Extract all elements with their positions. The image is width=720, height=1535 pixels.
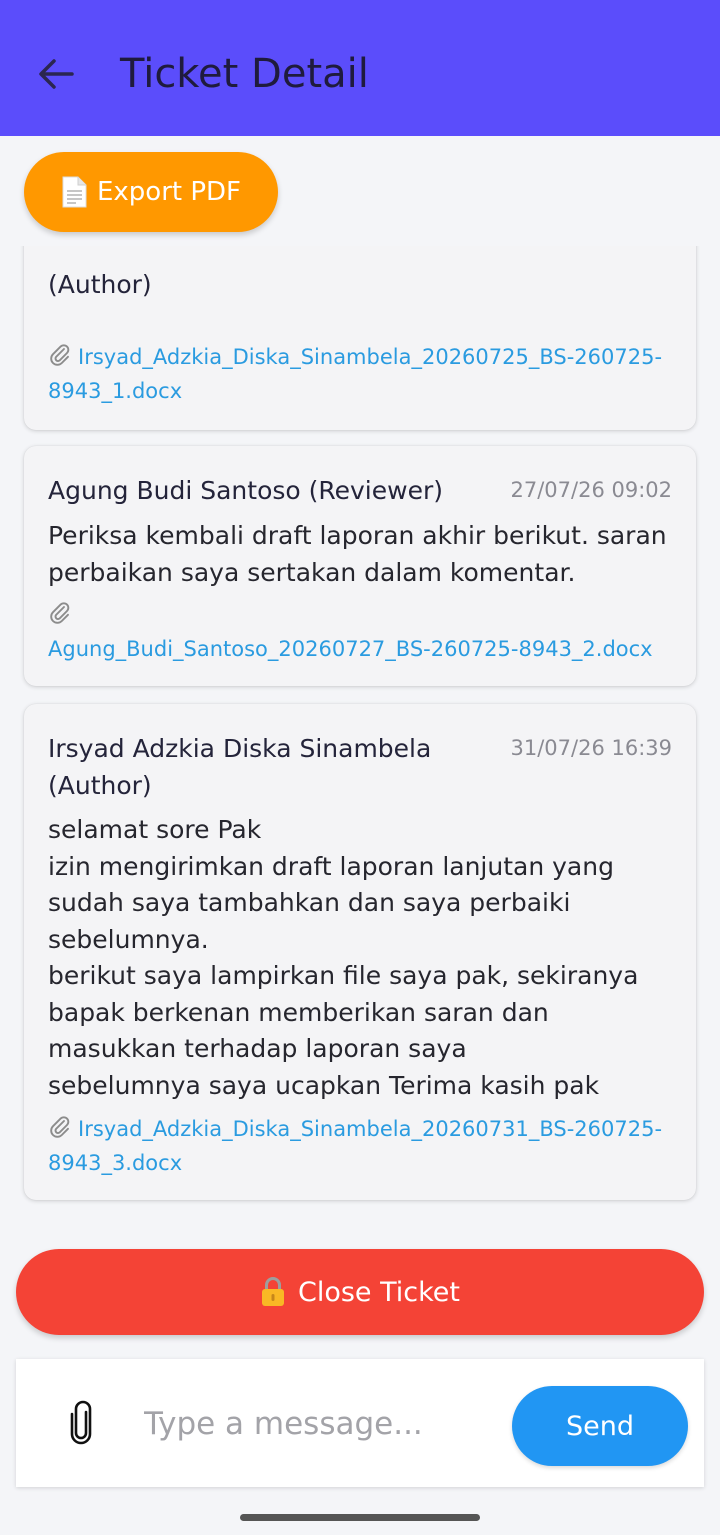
arrow-left-icon bbox=[39, 59, 74, 89]
message-line: perbaikan saya sertakan dalam komentar. bbox=[48, 557, 576, 587]
send-button[interactable]: Send bbox=[512, 1386, 688, 1466]
message-list[interactable]: (Author) Irsyad_Adzkia_Diska_Sinambela_2… bbox=[0, 246, 720, 1246]
message-card: Agung Budi Santoso (Reviewer) 27/07/26 0… bbox=[24, 446, 696, 686]
document-icon bbox=[61, 176, 87, 208]
message-time: 27/07/26 09:02 bbox=[510, 478, 672, 502]
export-pdf-label: Export PDF bbox=[96, 177, 242, 207]
close-ticket-label: Close Ticket bbox=[297, 1276, 460, 1308]
app-bar: Ticket Detail bbox=[0, 0, 720, 136]
home-indicator[interactable] bbox=[240, 1514, 480, 1521]
attachment-link[interactable]: Irsyad_Adzkia_Diska_Sinambela_20260725_B… bbox=[48, 342, 672, 407]
attachment-filename: Agung_Budi_Santoso_20260727_BS-260725-89… bbox=[48, 637, 653, 661]
paperclip-icon bbox=[48, 601, 72, 634]
message-author: (Author) bbox=[48, 270, 152, 299]
message-line: sudah saya tambahkan dan saya perbaiki bbox=[48, 888, 571, 917]
message-time: 31/07/26 16:39 bbox=[510, 736, 672, 760]
message-input[interactable] bbox=[144, 1399, 494, 1449]
message-author: Irsyad Adzkia Diska Sinambela (Author) bbox=[48, 734, 432, 800]
message-card: (Author) Irsyad_Adzkia_Diska_Sinambela_2… bbox=[24, 246, 696, 430]
attachment-link[interactable]: Irsyad_Adzkia_Diska_Sinambela_20260731_B… bbox=[48, 1114, 672, 1179]
close-ticket-button[interactable]: Close Ticket bbox=[16, 1249, 704, 1335]
message-line: masukkan terhadap laporan saya bbox=[48, 1034, 467, 1063]
back-button[interactable] bbox=[32, 50, 80, 98]
message-line: Periksa kembali draft laporan akhir beri… bbox=[48, 521, 667, 550]
message-line: izin mengirimkan draft laporan lanjutan … bbox=[48, 851, 614, 881]
page-title: Ticket Detail bbox=[120, 51, 369, 97]
message-line: bapak berkenan memberikan saran dan bbox=[48, 997, 549, 1027]
message-author: Agung Budi Santoso (Reviewer) bbox=[48, 476, 443, 505]
message-composer: Send bbox=[16, 1359, 704, 1487]
message-line: sebelumnya saya ucapkan Terima kasih pak bbox=[48, 1070, 600, 1100]
attachment-link[interactable]: Agung_Budi_Santoso_20260727_BS-260725-89… bbox=[48, 600, 672, 665]
lock-icon bbox=[260, 1276, 286, 1308]
attach-file-button[interactable] bbox=[64, 1399, 98, 1447]
message-line: sebelumnya. bbox=[48, 924, 209, 954]
paperclip-icon bbox=[48, 343, 72, 376]
attachment-filename: Irsyad_Adzkia_Diska_Sinambela_20260731_B… bbox=[48, 1117, 663, 1175]
message-body: selamat sore Pak izin mengirimkan draft … bbox=[48, 812, 668, 1104]
message-card: Irsyad Adzkia Diska Sinambela (Author) 3… bbox=[24, 704, 696, 1200]
message-line: selamat sore Pak bbox=[48, 815, 262, 844]
paperclip-icon bbox=[70, 1400, 92, 1445]
message-line: berikut saya lampirkan file saya pak, se… bbox=[48, 961, 639, 990]
attachment-filename: Irsyad_Adzkia_Diska_Sinambela_20260725_B… bbox=[48, 345, 663, 403]
paperclip-icon bbox=[48, 1115, 72, 1148]
message-body: Periksa kembali draft laporan akhir beri… bbox=[48, 518, 668, 591]
export-pdf-button[interactable]: Export PDF bbox=[24, 152, 278, 232]
